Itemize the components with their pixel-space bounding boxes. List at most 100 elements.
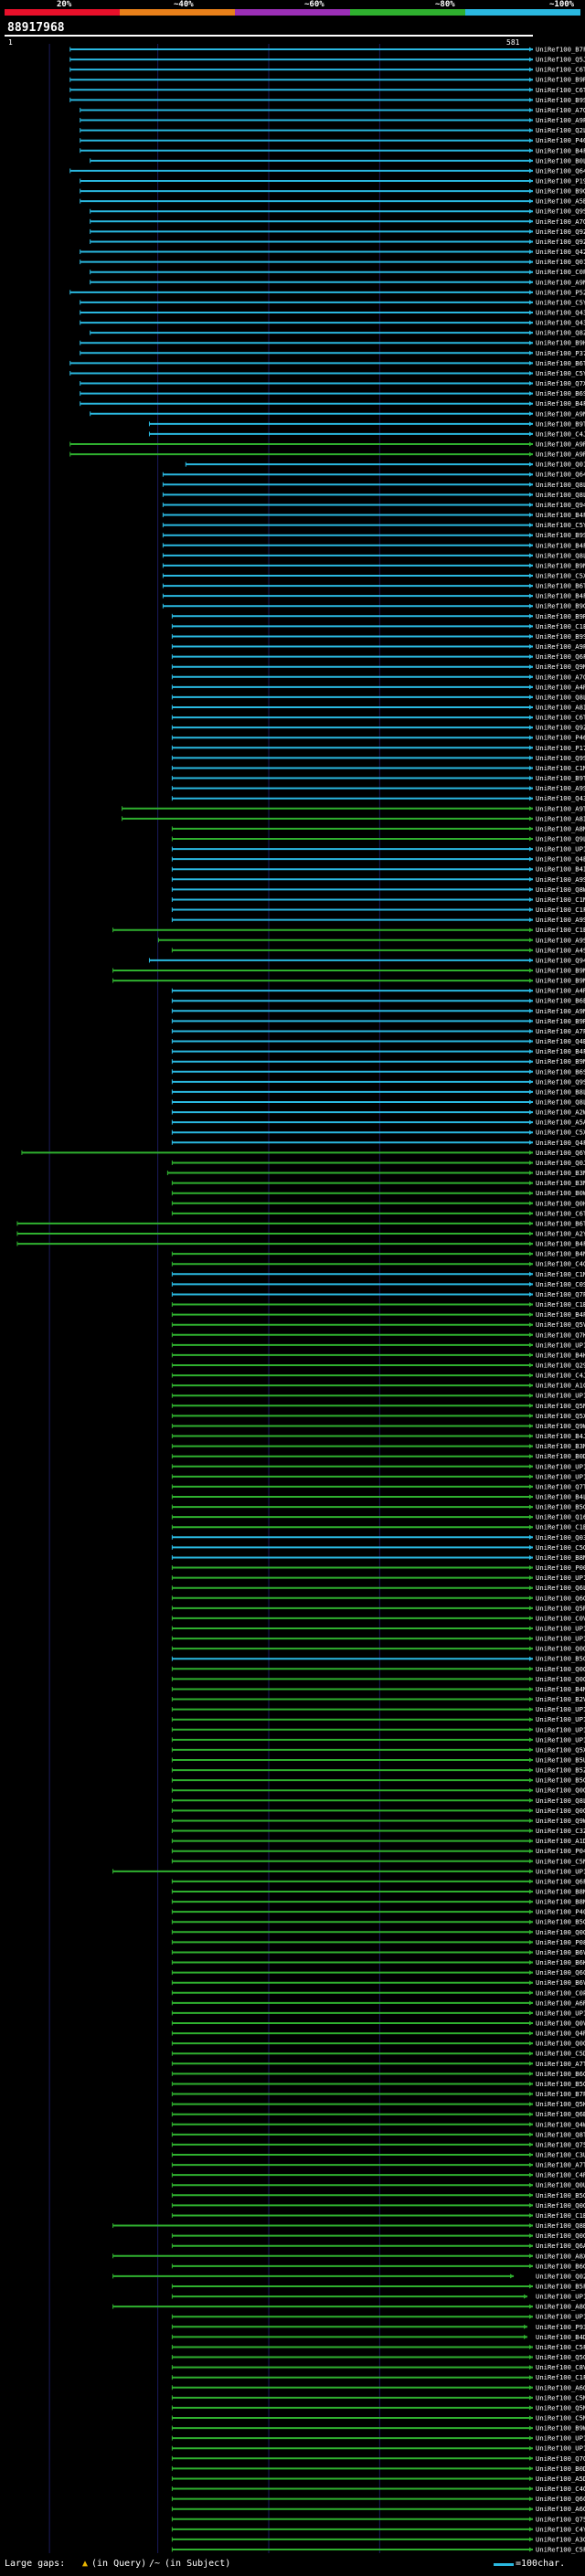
hit-label[interactable]: UniRef100_A7Q5B0 (536, 217, 585, 226)
hit-label[interactable]: UniRef100_A9TEK2 (536, 804, 585, 812)
hit-label[interactable]: UniRef100_Q8T3E5 (536, 2130, 585, 2138)
hit-label[interactable]: UniRef100_A9NVU6 (536, 409, 585, 418)
hit-label[interactable]: UniRef100_A8XLN4 (536, 2252, 585, 2260)
hit-label[interactable]: UniRef100_Q01L00 (536, 258, 585, 266)
hit-label[interactable]: UniRef100_B4MXW4 (536, 1685, 585, 1693)
hit-label[interactable]: UniRef100_B9RLB0 (536, 76, 585, 84)
hit-label[interactable]: UniRef100_Q7PYE7 (536, 1290, 585, 1299)
hit-label[interactable]: UniRef100_C1BTZ2 (536, 1300, 585, 1309)
hit-label[interactable]: UniRef100_UP1000... (536, 1725, 585, 1733)
hit-label[interactable]: UniRef100_A9NUN0 (536, 1007, 585, 1015)
hit-label[interactable]: UniRef100_Q8L5P8 (536, 1098, 585, 1107)
hit-label[interactable]: UniRef100_A9PCR0 (536, 642, 585, 651)
hit-label[interactable]: UniRef100_UP1000... (536, 1472, 585, 1480)
hit-label[interactable]: UniRef100_A7TL10 (536, 2161, 585, 2169)
hit-label[interactable]: UniRef100_C5YWZ1 (536, 521, 585, 529)
hit-label[interactable]: UniRef100_B4FG53 (536, 1240, 585, 1248)
hit-label[interactable]: UniRef100_P00346 (536, 1564, 585, 1572)
hit-label[interactable]: UniRef100_Q0QF39 (536, 1675, 585, 1683)
hit-label[interactable]: UniRef100_UP1000... (536, 1867, 585, 1875)
hit-label[interactable]: UniRef100_Q6CKY1 (536, 2495, 585, 2503)
hit-label[interactable]: UniRef100_C5M207 (536, 2414, 585, 2422)
hit-label[interactable]: UniRef100_A8IB16 (536, 704, 585, 712)
hit-label[interactable]: UniRef100_B3MTR2 (536, 1442, 585, 1450)
hit-label[interactable]: UniRef100_Q6BAU5 (536, 2110, 585, 2118)
hit-label[interactable]: UniRef100_Q0UGT7 (536, 2181, 585, 2189)
hit-label[interactable]: UniRef100_B8ND04 (536, 1553, 585, 1562)
hit-label[interactable]: UniRef100_UP1000... (536, 2009, 585, 2017)
hit-label[interactable]: UniRef100_C1FPL9 (536, 2373, 585, 2381)
hit-label[interactable]: UniRef100_UP1000... (536, 1462, 585, 1470)
hit-label[interactable]: UniRef100_A7QDN2 (536, 673, 585, 681)
hit-label[interactable]: UniRef100_Q6C5V0 (536, 1968, 585, 1977)
hit-label[interactable]: UniRef100_Q0HMD0 (536, 1199, 585, 1207)
hit-label[interactable]: UniRef100_Q4FP90 (536, 1139, 585, 1147)
hit-label[interactable]: UniRef100_Q8L278 (536, 1797, 585, 1805)
hit-label[interactable]: UniRef100_B5Z514 (536, 1766, 585, 1775)
hit-label[interactable]: UniRef100_Q94137 (536, 956, 585, 964)
hit-label[interactable]: UniRef100_B9G1Q3 (536, 187, 585, 196)
hit-label[interactable]: UniRef100_B7PM44 (536, 2090, 585, 2098)
hit-label[interactable]: UniRef100_C4R911 (536, 2171, 585, 2179)
hit-label[interactable]: UniRef100_Q43603 (536, 309, 585, 317)
hit-label[interactable]: UniRef100_Q5NWT0 (536, 1402, 585, 1410)
hit-label[interactable]: UniRef100_Q0QF48 (536, 1807, 585, 1815)
hit-label[interactable]: UniRef100_P93106 (536, 2323, 585, 2331)
hit-label[interactable]: UniRef100_Q5XQP4 (536, 1412, 585, 1420)
hit-label[interactable]: UniRef100_Q42972 (536, 248, 585, 256)
hit-label[interactable]: UniRef100_Q0QF46 (536, 2201, 585, 2210)
hit-label[interactable]: UniRef100_C1FFG8 (536, 906, 585, 914)
hit-label[interactable]: UniRef100_B5G3E1 (536, 1503, 585, 1511)
hit-label[interactable]: UniRef100_C6T714 (536, 714, 585, 722)
hit-label[interactable]: UniRef100_C1E2C0 (536, 622, 585, 631)
hit-label[interactable]: UniRef100_Q9ZPF0 (536, 238, 585, 246)
hit-label[interactable]: UniRef100_Q4E9V4 (536, 855, 585, 864)
hit-label[interactable]: UniRef100_Q9LKK3 (536, 835, 585, 843)
hit-label[interactable]: UniRef100_C5XF70 (536, 572, 585, 580)
hit-label[interactable]: UniRef100_A5BEJ8 (536, 197, 585, 206)
hit-label[interactable]: UniRef100_Q645N1 (536, 471, 585, 479)
hit-label[interactable]: UniRef100_Q5VEB1 (536, 1320, 585, 1329)
hit-label[interactable]: UniRef100_Q8L6B7 (536, 551, 585, 559)
hit-label[interactable]: UniRef100_B4IDX5 (536, 865, 585, 874)
hit-label[interactable]: UniRef100_A4S0V1 (536, 946, 585, 954)
hit-label[interactable]: UniRef100_Q5MPP4 (536, 2403, 585, 2412)
hit-label[interactable]: UniRef100_B9S977 (536, 632, 585, 641)
hit-label[interactable]: UniRef100_P46488 (536, 136, 585, 144)
hit-label[interactable]: UniRef100_Q8L5A6 (536, 491, 585, 499)
hit-label[interactable]: UniRef100_A8MQK3 (536, 824, 585, 832)
hit-label[interactable]: UniRef100_C5FN27 (536, 2546, 585, 2554)
hit-label[interactable]: UniRef100_B6SHD3 (536, 1067, 585, 1076)
hit-label[interactable]: UniRef100_UP1000... (536, 845, 585, 853)
hit-label[interactable]: UniRef100_A5AXW4 (536, 1118, 585, 1127)
hit-label[interactable]: UniRef100_B4K7H4 (536, 1351, 585, 1359)
hit-label[interactable]: UniRef100_C4QGF2 (536, 1260, 585, 1268)
hit-label[interactable]: UniRef100_B3NMC8 (536, 1179, 585, 1187)
hit-label[interactable]: UniRef100_Q9SP88 (536, 754, 585, 762)
hit-label[interactable]: UniRef100_Q43744 (536, 794, 585, 802)
hit-label[interactable]: UniRef100_Q5JCS6 (536, 56, 585, 64)
hit-label[interactable]: UniRef100_C1BLX1 (536, 2211, 585, 2220)
hit-label[interactable]: UniRef100_C5FRD9 (536, 2343, 585, 2351)
hit-label[interactable]: UniRef100_C4QH08 (536, 2485, 585, 2493)
hit-label[interactable]: UniRef100_C5MT80 (536, 2393, 585, 2401)
hit-label[interactable]: UniRef100_A6R9B0 (536, 1998, 585, 2007)
hit-label[interactable]: UniRef100_Q293U0 (536, 1362, 585, 1370)
hit-label[interactable]: UniRef100_A6QSQ8 (536, 2383, 585, 2391)
hit-label[interactable]: UniRef100_UP1000... (536, 1392, 585, 1400)
hit-label[interactable]: UniRef100_Q5KK93 (536, 2100, 585, 2108)
hit-label[interactable]: UniRef100_B9T172 (536, 419, 585, 428)
hit-label[interactable]: UniRef100_A4RTD9 (536, 683, 585, 691)
hit-label[interactable]: UniRef100_B3N2A1 (536, 1169, 585, 1177)
hit-label[interactable]: UniRef100_Q6YWL3 (536, 1149, 585, 1157)
hit-label[interactable]: UniRef100_Q7QF41 (536, 2454, 585, 2463)
hit-label[interactable]: UniRef100_B6TCZ3 (536, 1219, 585, 1227)
hit-label[interactable]: UniRef100_B9N608 (536, 977, 585, 985)
hit-label[interactable]: UniRef100_Q75106 (536, 2515, 585, 2523)
hit-label[interactable]: UniRef100_Q9ZP06 (536, 724, 585, 732)
hit-label[interactable]: UniRef100_Q5XIA0 (536, 1745, 585, 1754)
hit-label[interactable]: UniRef100_C1N248 (536, 896, 585, 904)
hit-label[interactable]: UniRef100_UP1000... (536, 1625, 585, 1633)
hit-label[interactable]: UniRef100_Q8BSC2 (536, 2221, 585, 2230)
hit-label[interactable]: UniRef100_B9N609 (536, 967, 585, 975)
